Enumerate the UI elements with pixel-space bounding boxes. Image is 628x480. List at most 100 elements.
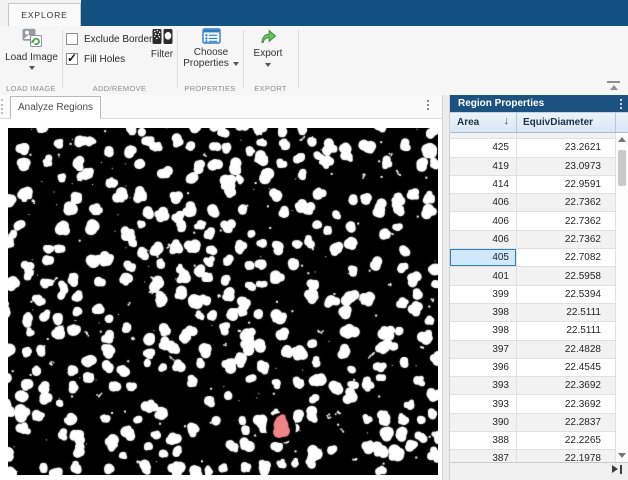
area-cell[interactable]: 414 <box>450 176 517 193</box>
area-cell[interactable]: 425 <box>450 139 517 156</box>
load-image-icon <box>20 28 44 52</box>
scroll-up-icon[interactable] <box>618 137 626 142</box>
equivdiameter-cell[interactable]: 22.2837 <box>517 414 616 431</box>
area-cell[interactable]: 388 <box>450 432 517 449</box>
export-button[interactable]: Export <box>246 28 290 67</box>
checkmark-icon: ✓ <box>67 51 77 65</box>
table-row[interactable]: 40122.5958 <box>450 267 616 285</box>
table-row[interactable]: 39822.5111 <box>450 322 616 340</box>
table-column-header: Area ↓ EquivDiameter <box>450 112 628 133</box>
table-row[interactable]: 40622.7362 <box>450 231 616 249</box>
section-divider <box>62 30 63 88</box>
equivdiameter-cell[interactable]: 22.7362 <box>517 231 616 248</box>
scroll-to-end-icon[interactable] <box>612 465 623 474</box>
area-cell[interactable]: 428 <box>450 133 517 138</box>
area-cell[interactable]: 398 <box>450 304 517 321</box>
table-body: 42823.344042523.262141923.097341422.9591… <box>450 133 616 462</box>
dock-grip[interactable] <box>1 99 7 114</box>
table-row[interactable]: 39922.5394 <box>450 286 616 304</box>
area-cell[interactable]: 396 <box>450 359 517 376</box>
area-cell[interactable]: 390 <box>450 414 517 431</box>
equivdiameter-cell[interactable]: 22.4545 <box>517 359 616 376</box>
area-cell[interactable]: 387 <box>450 450 517 462</box>
equivdiameter-cell[interactable]: 22.1978 <box>517 450 616 462</box>
area-cell[interactable]: 419 <box>450 158 517 175</box>
document-options-icon[interactable] <box>427 100 429 110</box>
table-row[interactable]: 39322.3692 <box>450 377 616 395</box>
panel-splitter[interactable] <box>442 95 450 480</box>
area-cell[interactable]: 401 <box>450 267 517 284</box>
column-header-equivdiameter[interactable]: EquivDiameter <box>517 113 616 132</box>
table-row[interactable]: 42523.2621 <box>450 139 616 157</box>
checkbox-box-icon[interactable] <box>66 33 78 45</box>
checkbox-box-icon[interactable]: ✓ <box>66 53 78 65</box>
table-bottom-bar <box>450 462 628 476</box>
table-row[interactable]: 41422.9591 <box>450 176 616 194</box>
table-row[interactable]: 40622.7362 <box>450 212 616 230</box>
filter-button[interactable]: Filter <box>144 28 180 60</box>
area-cell[interactable]: 405 <box>450 249 517 266</box>
area-cell[interactable]: 393 <box>450 395 517 412</box>
collapse-toolstrip-button[interactable] <box>606 80 622 92</box>
equivdiameter-cell[interactable]: 22.3692 <box>517 377 616 394</box>
equivdiameter-cell[interactable]: 22.3692 <box>517 395 616 412</box>
area-cell[interactable]: 399 <box>450 286 517 303</box>
exclude-border-checkbox[interactable]: Exclude Border <box>66 32 152 46</box>
export-label: Export <box>254 48 283 59</box>
table-row[interactable]: 39022.2837 <box>450 414 616 432</box>
area-cell[interactable]: 406 <box>450 231 517 248</box>
equivdiameter-cell[interactable]: 22.5394 <box>517 286 616 303</box>
equivdiameter-cell[interactable]: 22.2265 <box>517 432 616 449</box>
area-cell[interactable]: 406 <box>450 212 517 229</box>
table-row[interactable]: 39722.4828 <box>450 341 616 359</box>
table-row[interactable]: 38722.1978 <box>450 450 616 462</box>
equivdiameter-cell[interactable]: 22.7082 <box>517 249 616 266</box>
dropdown-arrow-icon <box>29 66 35 70</box>
filter-label: Filter <box>151 49 173 60</box>
equivdiameter-cell[interactable]: 22.4828 <box>517 341 616 358</box>
region-properties-panel: Region Properties Area ↓ EquivDiameter 4… <box>450 95 628 480</box>
area-cell[interactable]: 393 <box>450 377 517 394</box>
load-image-button[interactable]: Load Image <box>4 28 59 70</box>
area-cell[interactable]: 406 <box>450 194 517 211</box>
choose-properties-label-line1: Choose <box>194 47 228 58</box>
document-panel: Analyze Regions <box>0 95 442 480</box>
table-row[interactable]: 41923.0973 <box>450 158 616 176</box>
section-divider <box>243 30 244 88</box>
tab-analyze-regions[interactable]: Analyze Regions <box>10 96 101 119</box>
choose-properties-button[interactable]: Choose Properties <box>183 28 239 69</box>
highlighted-region[interactable] <box>270 414 293 441</box>
column-header-area[interactable]: Area ↓ <box>450 113 517 132</box>
table-row[interactable]: 40522.7082 <box>450 249 616 267</box>
area-cell[interactable]: 398 <box>450 322 517 339</box>
app-window: EXPLORE Load Image LOAD IMAGE <box>0 0 628 480</box>
equivdiameter-cell[interactable]: 22.5111 <box>517 322 616 339</box>
equivdiameter-cell[interactable]: 22.9591 <box>517 176 616 193</box>
tab-explore[interactable]: EXPLORE <box>8 3 81 26</box>
table-row[interactable]: 39622.4545 <box>450 359 616 377</box>
table-row[interactable]: 39822.5111 <box>450 304 616 322</box>
table-row[interactable]: 38822.2265 <box>450 432 616 450</box>
vertical-scrollbar[interactable] <box>616 133 628 462</box>
toolstrip-tab-bar: EXPLORE <box>0 0 628 26</box>
equivdiameter-cell[interactable]: 23.3440 <box>517 133 616 138</box>
fill-holes-checkbox[interactable]: ✓ Fill Holes <box>66 52 125 66</box>
binary-image-canvas[interactable] <box>8 128 438 475</box>
equivdiameter-cell[interactable]: 22.5111 <box>517 304 616 321</box>
exclude-border-label: Exclude Border <box>84 34 152 45</box>
equivdiameter-cell[interactable]: 22.7362 <box>517 212 616 229</box>
section-label-add-remove: ADD/REMOVE <box>62 84 177 93</box>
equivdiameter-cell[interactable]: 23.0973 <box>517 158 616 175</box>
table-row[interactable]: 39322.3692 <box>450 395 616 413</box>
fill-holes-label: Fill Holes <box>84 54 125 65</box>
equivdiameter-cell[interactable]: 23.2621 <box>517 139 616 156</box>
panel-options-icon[interactable] <box>620 99 622 109</box>
column-label: EquivDiameter <box>523 117 593 128</box>
table-row[interactable]: 40622.7362 <box>450 194 616 212</box>
panel-header: Region Properties <box>450 95 628 112</box>
scrollbar-thumb[interactable] <box>618 150 626 186</box>
area-cell[interactable]: 397 <box>450 341 517 358</box>
equivdiameter-cell[interactable]: 22.5958 <box>517 267 616 284</box>
equivdiameter-cell[interactable]: 22.7362 <box>517 194 616 211</box>
scroll-down-icon[interactable] <box>618 453 626 458</box>
